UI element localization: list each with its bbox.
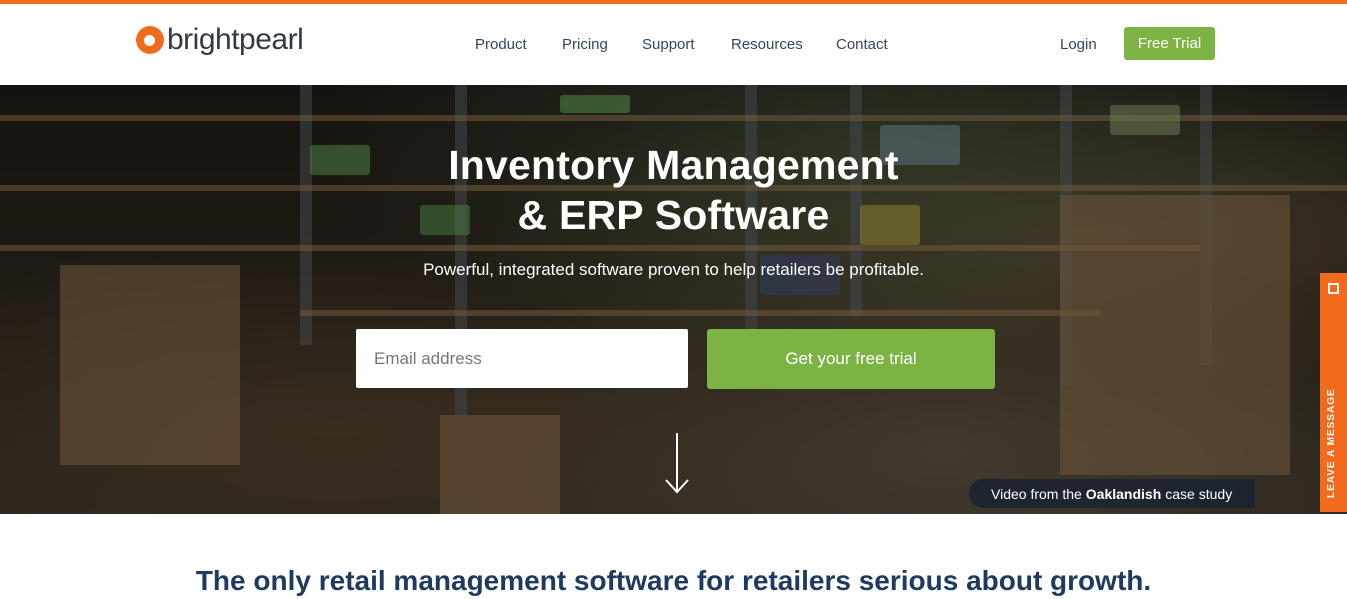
free-trial-button[interactable]: Free Trial [1124,27,1215,60]
hero-section: Inventory Management & ERP Software Powe… [0,85,1347,514]
get-free-trial-button[interactable]: Get your free trial [707,329,995,389]
nav-item-pricing[interactable]: Pricing [562,36,608,53]
leave-message-label: LEAVE A MESSAGE [1326,388,1337,498]
hero-title-line1: Inventory Management [448,142,899,188]
leave-message-widget[interactable]: LEAVE A MESSAGE [1320,273,1347,512]
hero-title-line2: & ERP Software [517,192,830,238]
caption-case-study-name: Oaklandish [1085,485,1162,502]
scroll-down-arrow-icon[interactable] [664,433,690,495]
nav-item-resources[interactable]: Resources [731,36,803,53]
login-link[interactable]: Login [1060,36,1097,53]
tagline: The only retail management software for … [195,565,1152,596]
caption-suffix: case study [1165,485,1233,502]
message-icon [1328,283,1339,294]
nav-item-support[interactable]: Support [642,36,695,53]
email-input[interactable] [356,329,688,388]
site-header: brightpearl Product Pricing Support Reso… [0,4,1347,85]
nav-item-contact[interactable]: Contact [836,36,888,53]
video-caption[interactable]: Video from the Oaklandish case study [969,479,1255,508]
nav-item-product[interactable]: Product [475,36,527,53]
caption-prefix: Video from the [991,485,1082,502]
hero-subtitle: Powerful, integrated software proven to … [423,260,924,279]
